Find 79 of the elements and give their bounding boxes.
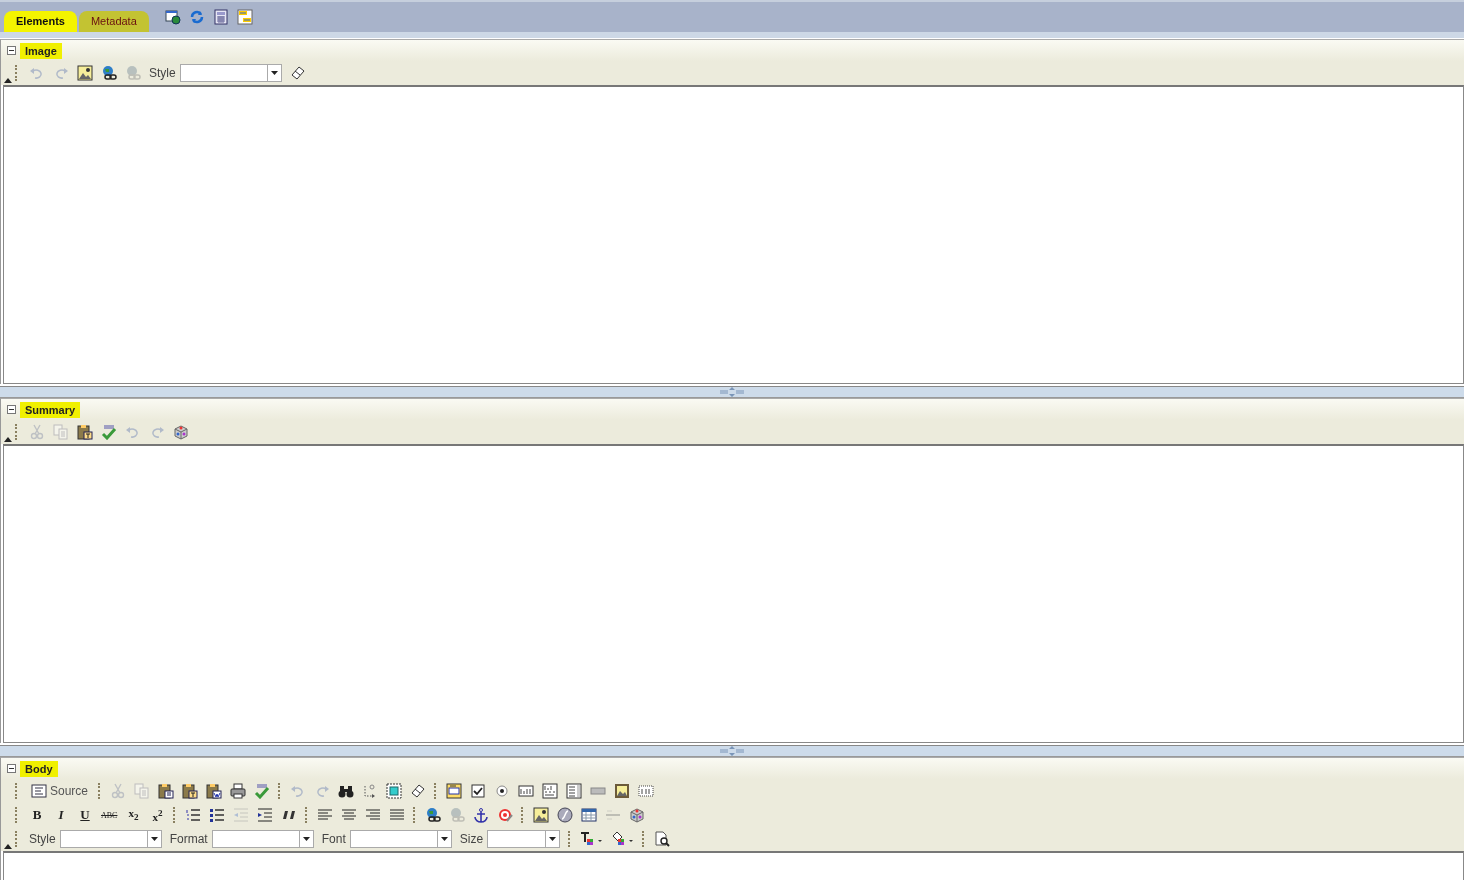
- checkmark-icon[interactable]: [254, 783, 271, 799]
- section-title: Body: [20, 760, 58, 777]
- indent-icon[interactable]: [257, 807, 274, 823]
- collapse-arrow-icon[interactable]: [4, 78, 12, 83]
- dropdown-field[interactable]: [179, 64, 282, 82]
- format-button[interactable]: x$^{2}$: [149, 807, 166, 823]
- collapse-icon[interactable]: [7, 764, 16, 773]
- caret-icon: [270, 71, 278, 75]
- dropdown-field[interactable]: [211, 830, 314, 848]
- cube-icon[interactable]: [629, 807, 646, 823]
- tab[interactable]: Metadata: [78, 11, 149, 32]
- numbered-list-icon[interactable]: [185, 807, 202, 823]
- checkbox-icon[interactable]: [470, 783, 487, 799]
- section-title: Summary: [20, 401, 81, 418]
- format-button[interactable]: B: [29, 807, 45, 823]
- paint-bucket-icon[interactable]: [611, 831, 635, 847]
- collapse-icon[interactable]: [7, 46, 16, 55]
- tab[interactable]: Elements: [4, 11, 77, 32]
- collapse-arrow-icon[interactable]: [4, 844, 12, 849]
- align-right-icon[interactable]: [365, 807, 382, 823]
- picture-frame-icon[interactable]: [77, 65, 93, 81]
- window-globe-icon[interactable]: [164, 9, 181, 25]
- format-button[interactable]: x$_{2}$: [125, 807, 142, 823]
- dropdown-field[interactable]: [349, 830, 452, 848]
- format-button[interactable]: U: [77, 807, 93, 823]
- notes-icon[interactable]: [236, 9, 253, 25]
- caret-icon: [440, 837, 448, 841]
- align-center-icon[interactable]: [341, 807, 358, 823]
- collapse-arrow-icon[interactable]: [4, 437, 12, 442]
- bullet-list-icon[interactable]: [209, 807, 226, 823]
- field-label: Size: [459, 832, 484, 846]
- caret-icon: [302, 837, 310, 841]
- resize-handle-icon[interactable]: [720, 746, 744, 756]
- table-icon[interactable]: [581, 807, 598, 823]
- caret-icon: [150, 837, 158, 841]
- binoculars-icon[interactable]: [338, 783, 355, 799]
- eraser-icon[interactable]: [289, 65, 306, 81]
- resize-handle-icon[interactable]: [720, 387, 744, 397]
- caret-icon: [549, 837, 557, 841]
- text-color-icon[interactable]: [580, 831, 604, 847]
- cube-icon[interactable]: [173, 424, 189, 440]
- calculator-icon[interactable]: [212, 9, 229, 25]
- anchor-icon[interactable]: [473, 807, 490, 823]
- text-box-icon[interactable]: [518, 783, 535, 799]
- form-page-icon[interactable]: [446, 783, 463, 799]
- radio-icon[interactable]: [494, 783, 511, 799]
- target-icon[interactable]: [497, 807, 514, 823]
- clipboard-icon[interactable]: [182, 783, 199, 799]
- printer-icon[interactable]: [230, 783, 247, 799]
- collapse-icon[interactable]: [7, 405, 16, 414]
- magnifier-page-icon[interactable]: [654, 831, 671, 847]
- align-justify-icon[interactable]: [389, 807, 406, 823]
- text-area-icon[interactable]: [542, 783, 559, 799]
- format-button[interactable]: I: [53, 807, 69, 823]
- dropdown-field[interactable]: [59, 830, 162, 848]
- clipboard-icon[interactable]: [77, 424, 93, 440]
- field-label: Font: [321, 832, 346, 846]
- field-label: Format: [169, 832, 208, 846]
- source-button[interactable]: Source: [29, 783, 91, 799]
- globe-chain-icon[interactable]: [425, 807, 442, 823]
- field-label: Style: [149, 66, 176, 80]
- clipboard-icon[interactable]: [206, 783, 223, 799]
- format-button[interactable]: ABC: [101, 810, 118, 820]
- grid-square-icon[interactable]: [386, 783, 403, 799]
- list-box-icon[interactable]: [566, 783, 583, 799]
- field-label: Style: [29, 832, 56, 846]
- globe-chain-icon[interactable]: [101, 65, 117, 81]
- eraser-icon[interactable]: [410, 783, 427, 799]
- picture-frame-icon[interactable]: [533, 807, 550, 823]
- align-left-icon[interactable]: [317, 807, 334, 823]
- checkmark-icon[interactable]: [101, 424, 117, 440]
- section-title: Image: [20, 42, 62, 59]
- document-icon: [31, 783, 47, 799]
- round-emblem-icon[interactable]: [557, 807, 574, 823]
- dropdown-field[interactable]: [487, 830, 561, 848]
- dashed-box-icon[interactable]: [638, 783, 655, 799]
- refresh-icon[interactable]: [188, 9, 205, 25]
- picture-frame-icon[interactable]: [614, 783, 631, 799]
- clipboard-icon[interactable]: [158, 783, 175, 799]
